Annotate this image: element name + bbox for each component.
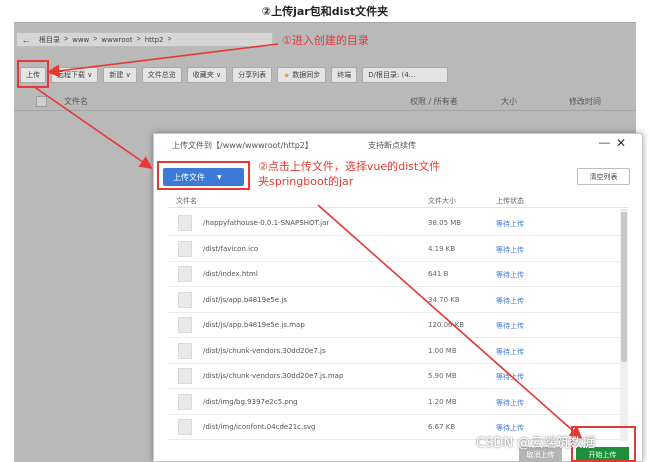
arrow-to-start-upload <box>317 204 583 440</box>
watermark: CSDN @云端筑数据 <box>476 436 596 451</box>
arrow-to-upload-file <box>32 85 153 169</box>
arrow-to-upload <box>46 43 279 78</box>
annotation-arrows <box>32 43 583 440</box>
